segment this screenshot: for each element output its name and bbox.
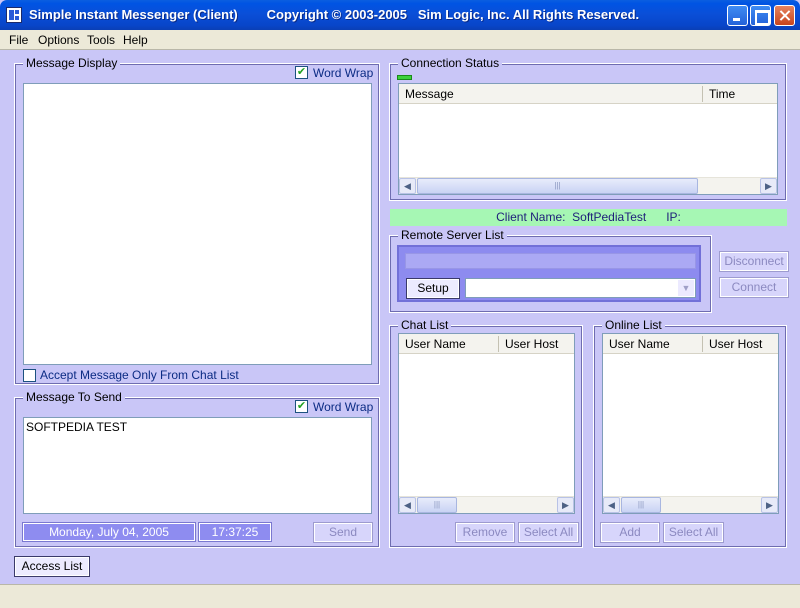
message-display-word-wrap-label: Word Wrap [313, 66, 374, 80]
online-select-all-button[interactable]: Select All [663, 522, 724, 543]
window-title: Simple Instant Messenger (Client) Copyri… [29, 7, 640, 22]
message-input-text: SOFTPEDIA TEST [26, 420, 128, 434]
send-button[interactable]: Send [313, 522, 373, 543]
column-separator [498, 336, 499, 352]
add-button[interactable]: Add [600, 522, 660, 543]
menu-help[interactable]: Help [123, 33, 148, 47]
message-display-area[interactable] [23, 83, 372, 365]
accept-chat-list-only-checkbox[interactable] [23, 369, 36, 382]
menu-bar: File Options Tools Help [0, 30, 800, 50]
server-address-field[interactable] [405, 253, 696, 269]
connection-status-header: Message Time [399, 84, 777, 104]
remote-server-title: Remote Server List [398, 228, 507, 242]
scroll-right-icon[interactable]: ▶ [761, 497, 778, 513]
server-select[interactable]: ▼ [465, 278, 696, 298]
menu-file[interactable]: File [9, 33, 28, 47]
column-separator [702, 336, 703, 352]
column-user-name[interactable]: User Name [609, 337, 670, 351]
online-list[interactable]: User Name User Host ◀ ||| ▶ [602, 333, 779, 514]
column-user-host[interactable]: User Host [505, 337, 558, 351]
column-time[interactable]: Time [709, 87, 735, 101]
close-button[interactable] [774, 5, 795, 26]
message-display-word-wrap-checkbox[interactable]: ✔ [295, 66, 308, 79]
chat-list-title: Chat List [398, 318, 452, 332]
maximize-button[interactable] [750, 5, 771, 26]
chevron-down-icon[interactable]: ▼ [678, 280, 694, 296]
scroll-left-icon[interactable]: ◀ [399, 178, 416, 194]
accept-chat-list-only-label: Accept Message Only From Chat List [40, 368, 239, 382]
scroll-thumb[interactable]: ||| [417, 497, 457, 513]
connection-status-scrollbar[interactable]: ◀ ||| ▶ [399, 177, 777, 194]
message-to-send-word-wrap-checkbox[interactable]: ✔ [295, 400, 308, 413]
chat-list[interactable]: User Name User Host ◀ ||| ▶ [398, 333, 575, 514]
column-user-name[interactable]: User Name [405, 337, 466, 351]
message-to-send-title: Message To Send [23, 390, 125, 404]
connection-status-list[interactable]: Message Time ◀ ||| ▶ [398, 83, 778, 195]
disconnect-button[interactable]: Disconnect [719, 251, 789, 272]
message-display-title: Message Display [23, 56, 121, 70]
access-list-button[interactable]: Access List [14, 556, 90, 577]
connection-status-title: Connection Status [398, 56, 503, 70]
remote-server-panel: Setup ▼ [397, 245, 701, 302]
status-bar [0, 584, 800, 608]
minimize-button[interactable] [727, 5, 748, 26]
chat-list-scrollbar[interactable]: ◀ ||| ▶ [399, 496, 574, 513]
connection-indicator [397, 75, 412, 80]
scroll-thumb[interactable]: ||| [621, 497, 661, 513]
title-bar[interactable]: Simple Instant Messenger (Client) Copyri… [0, 0, 800, 30]
scroll-left-icon[interactable]: ◀ [399, 497, 416, 513]
app-icon [6, 7, 22, 23]
connect-button[interactable]: Connect [719, 277, 789, 298]
scroll-left-icon[interactable]: ◀ [603, 497, 620, 513]
time-display: 17:37:25 [198, 522, 272, 542]
chat-list-header: User Name User Host [399, 334, 574, 354]
chat-select-all-button[interactable]: Select All [518, 522, 579, 543]
online-list-scrollbar[interactable]: ◀ ||| ▶ [603, 496, 778, 513]
date-display: Monday, July 04, 2005 [22, 522, 196, 542]
client-info-bar: Client Name: SoftPediaTest IP: [390, 209, 787, 226]
online-list-title: Online List [602, 318, 665, 332]
scroll-thumb[interactable]: ||| [417, 178, 698, 194]
message-input[interactable]: SOFTPEDIA TEST [23, 417, 372, 514]
scroll-right-icon[interactable]: ▶ [557, 497, 574, 513]
message-to-send-word-wrap-label: Word Wrap [313, 400, 374, 414]
scroll-right-icon[interactable]: ▶ [760, 178, 777, 194]
column-message[interactable]: Message [405, 87, 454, 101]
setup-button[interactable]: Setup [406, 278, 460, 299]
column-separator [702, 86, 703, 102]
remove-button[interactable]: Remove [455, 522, 515, 543]
menu-tools[interactable]: Tools [87, 33, 115, 47]
column-user-host[interactable]: User Host [709, 337, 762, 351]
menu-options[interactable]: Options [38, 33, 79, 47]
online-list-header: User Name User Host [603, 334, 778, 354]
